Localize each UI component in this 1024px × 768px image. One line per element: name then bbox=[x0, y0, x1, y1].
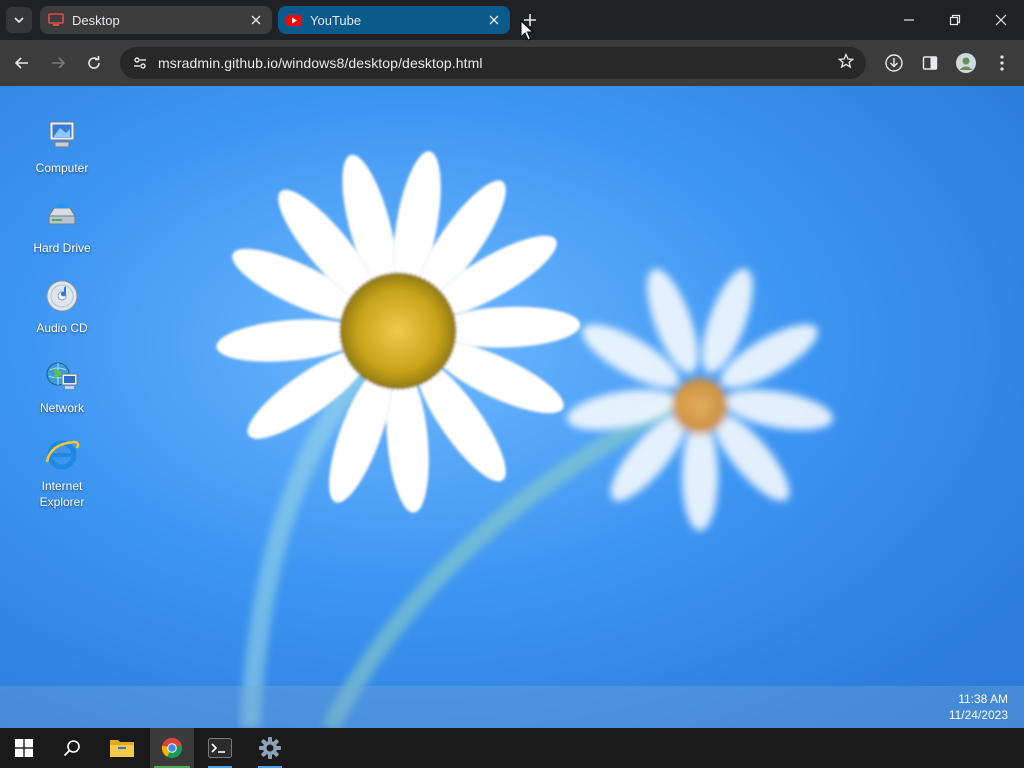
minimize-icon bbox=[904, 19, 914, 21]
address-bar[interactable]: msradmin.github.io/windows8/desktop/desk… bbox=[120, 47, 866, 79]
close-icon bbox=[995, 14, 1007, 26]
tab-strip: Desktop YouTube bbox=[0, 0, 1024, 40]
close-icon bbox=[489, 15, 499, 25]
taskbar-chrome[interactable] bbox=[150, 728, 194, 768]
clock[interactable]: 11:38 AM 11/24/2023 bbox=[949, 691, 1008, 723]
desktop-icon-hard-drive[interactable]: Hard Drive bbox=[22, 198, 102, 256]
desktop-icon-computer[interactable]: Computer bbox=[22, 118, 102, 176]
address-url[interactable]: msradmin.github.io/windows8/desktop/desk… bbox=[158, 55, 483, 71]
monitor-icon bbox=[48, 13, 64, 26]
desktop-icon-label: Internet Explorer bbox=[39, 479, 85, 509]
desktop-icon-label: Network bbox=[39, 401, 84, 415]
close-window-button[interactable] bbox=[984, 6, 1018, 34]
network-icon bbox=[46, 362, 78, 389]
windows-logo-icon bbox=[15, 739, 33, 757]
desktop-icon-network[interactable]: Network bbox=[22, 358, 102, 416]
arrow-left-icon bbox=[14, 57, 28, 69]
tab-desktop[interactable]: Desktop bbox=[40, 6, 272, 34]
chevron-down-icon bbox=[14, 17, 24, 24]
audio-cd-icon bbox=[46, 280, 78, 312]
kebab-menu-icon bbox=[1000, 55, 1004, 71]
folder-icon bbox=[110, 740, 134, 757]
search-icon bbox=[63, 740, 80, 757]
download-icon bbox=[885, 54, 903, 72]
terminal-icon bbox=[208, 738, 232, 758]
mouse-cursor-icon bbox=[520, 20, 534, 41]
restore-icon bbox=[949, 14, 961, 26]
desktop-icon-label: Audio CD bbox=[36, 321, 88, 335]
minimize-button[interactable] bbox=[892, 6, 926, 34]
internet-explorer-icon bbox=[45, 440, 80, 470]
desktop-icon-audio-cd[interactable]: Audio CD bbox=[22, 278, 102, 336]
youtube-icon bbox=[286, 15, 302, 26]
back-button[interactable] bbox=[8, 49, 36, 77]
downloads-button[interactable] bbox=[880, 49, 908, 77]
search-button[interactable] bbox=[50, 728, 94, 768]
side-panel-icon bbox=[922, 56, 938, 70]
forward-button[interactable] bbox=[44, 49, 72, 77]
close-tab-button[interactable] bbox=[248, 12, 264, 28]
avatar-icon bbox=[956, 53, 976, 73]
close-icon bbox=[251, 15, 261, 25]
browser-toolbar: msradmin.github.io/windows8/desktop/desk… bbox=[0, 40, 1024, 86]
side-panel-button[interactable] bbox=[916, 49, 944, 77]
close-tab-button[interactable] bbox=[486, 12, 502, 28]
reload-icon bbox=[88, 56, 100, 69]
taskbar-settings[interactable] bbox=[248, 728, 292, 768]
computer-icon bbox=[49, 121, 75, 148]
taskbar-file-explorer[interactable] bbox=[100, 728, 144, 768]
site-settings-icon[interactable] bbox=[132, 55, 148, 71]
bookmark-star-button[interactable] bbox=[837, 52, 855, 74]
taskbar-terminal[interactable] bbox=[198, 728, 242, 768]
daisy-wallpaper bbox=[216, 151, 834, 728]
clock-time: 11:38 AM bbox=[958, 692, 1008, 706]
chrome-icon bbox=[161, 737, 183, 759]
desktop-icon-label: Computer bbox=[35, 161, 89, 175]
desktop-icon-internet-explorer[interactable]: Internet Explorer bbox=[22, 436, 102, 510]
tab-title: Desktop bbox=[72, 12, 120, 28]
gear-icon bbox=[259, 737, 281, 759]
tab-title: YouTube bbox=[310, 12, 362, 28]
profile-avatar-button[interactable] bbox=[952, 49, 980, 77]
clock-date: 11/24/2023 bbox=[948, 708, 1008, 722]
tab-search-button[interactable] bbox=[6, 7, 32, 33]
desktop-area[interactable]: Computer Hard Drive Audio CD Network Int… bbox=[0, 86, 1024, 728]
restore-button[interactable] bbox=[938, 6, 972, 34]
browser-menu-button[interactable] bbox=[988, 49, 1016, 77]
star-icon bbox=[837, 52, 855, 68]
tab-youtube[interactable]: YouTube bbox=[278, 6, 510, 34]
reload-button[interactable] bbox=[80, 49, 108, 77]
start-button[interactable] bbox=[2, 728, 46, 768]
desktop-icon-label: Hard Drive bbox=[33, 241, 91, 255]
hard-drive-icon bbox=[48, 204, 76, 225]
desktop-clock-bar: 11:38 AM 11/24/2023 bbox=[0, 686, 1024, 728]
taskbar bbox=[0, 728, 1024, 768]
arrow-right-icon bbox=[52, 57, 66, 69]
